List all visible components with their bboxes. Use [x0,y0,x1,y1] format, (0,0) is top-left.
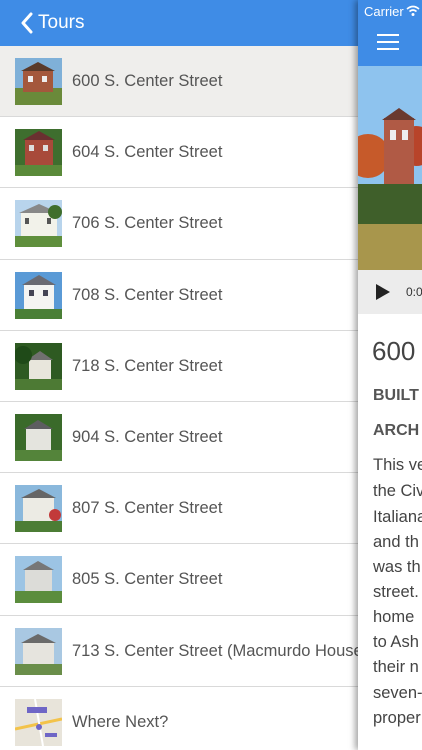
tour-item-label: 708 S. Center Street [72,285,223,304]
detail-header: Carrier [358,0,422,66]
tour-item-904[interactable]: 904 S. Center Street [0,402,358,474]
tour-item-label: 904 S. Center Street [72,428,223,447]
tour-item-713[interactable]: 713 S. Center Street (Macmurdo House) [0,616,358,687]
tour-thumbnail [15,556,62,604]
description-line: This ve [373,456,422,474]
tour-thumbnail [15,342,62,390]
where-next-item[interactable]: Where Next? [0,687,358,750]
tour-thumbnail [15,627,62,675]
back-label: Tours [38,12,85,33]
tour-thumbnail [15,271,62,319]
nav-bar: Tours [0,0,358,46]
play-icon[interactable] [375,283,391,306]
carrier-label: Carrier [364,4,404,19]
description-line: was th [373,558,421,576]
back-button[interactable]: Tours [0,12,84,34]
tour-item-label: 713 S. Center Street (Macmurdo House) [72,641,358,660]
audio-time: 0:0 [406,285,422,299]
tour-item-label: 718 S. Center Street [72,356,223,375]
description-line: and th [373,533,419,551]
tour-item-label: Where Next? [72,712,169,731]
tour-item-718[interactable]: 718 S. Center Street [0,331,358,403]
house-photo [358,66,422,270]
tour-thumbnail [15,129,62,177]
description-line: Italiana [373,508,422,526]
description-line: street. [373,583,419,601]
description-line: to Ash [373,633,419,651]
map-thumbnail [15,698,62,746]
audio-player: 0:0 [358,270,422,314]
menu-button[interactable] [377,34,399,50]
tour-list: 600 S. Center Street 604 S. Center Stree… [0,46,358,750]
tour-item-label: 706 S. Center Street [72,214,223,233]
tour-item-600[interactable]: 600 S. Center Street [0,46,358,118]
detail-pane: Carrier 0:0 600 BUILT ARCH This ve the C… [358,0,422,750]
chevron-left-icon [20,12,33,34]
tour-thumbnail [15,485,62,533]
hamburger-icon [377,34,399,36]
tour-item-604[interactable]: 604 S. Center Street [0,117,358,189]
tour-item-706[interactable]: 706 S. Center Street [0,188,358,260]
description-line: their n [373,658,419,676]
tour-thumbnail [15,200,62,248]
built-label: BUILT [373,387,419,404]
tour-item-708[interactable]: 708 S. Center Street [0,260,358,331]
description-line: seven- [373,684,422,702]
description-line: home [373,608,415,626]
description-line: proper [373,709,421,727]
tour-thumbnail [15,58,62,105]
wifi-icon [406,4,420,22]
tour-item-label: 807 S. Center Street [72,499,223,518]
description-line: the Civ [373,482,422,500]
tour-item-label: 805 S. Center Street [72,570,223,589]
architect-label: ARCH [373,422,420,439]
tour-thumbnail [15,413,62,461]
detail-title: 600 [372,336,416,366]
tour-item-807[interactable]: 807 S. Center Street [0,473,358,545]
tour-item-805[interactable]: 805 S. Center Street [0,544,358,616]
tour-item-label: 600 S. Center Street [72,72,223,91]
tour-item-label: 604 S. Center Street [72,143,223,162]
